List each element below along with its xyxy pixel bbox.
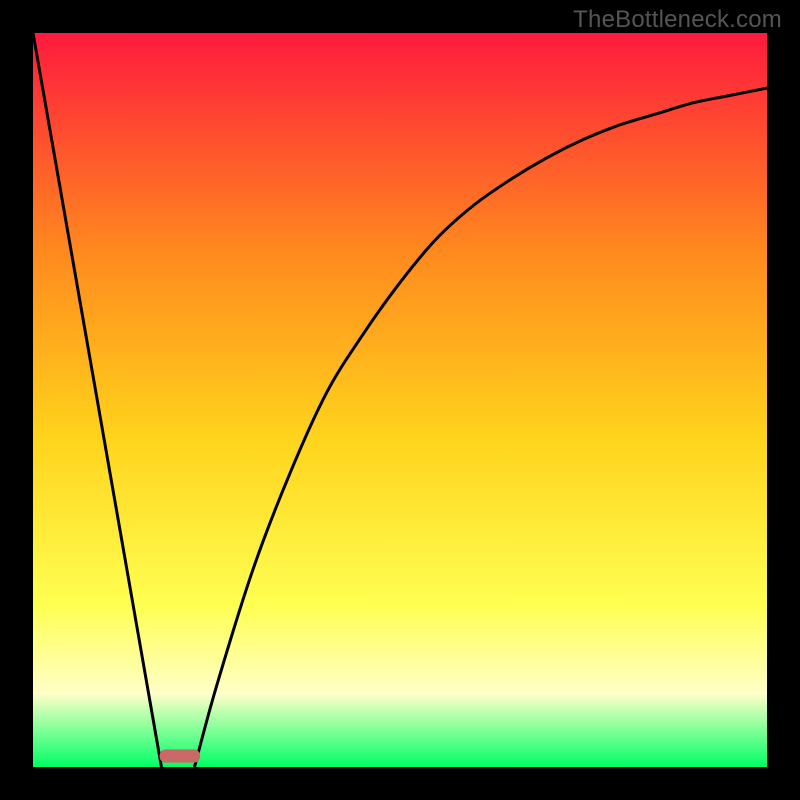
chart-svg [33,33,767,767]
watermark-text: TheBottleneck.com [573,6,782,34]
chart-frame: TheBottleneck.com [0,0,800,800]
bottleneck-marker [160,749,200,762]
plot-area [33,33,767,767]
